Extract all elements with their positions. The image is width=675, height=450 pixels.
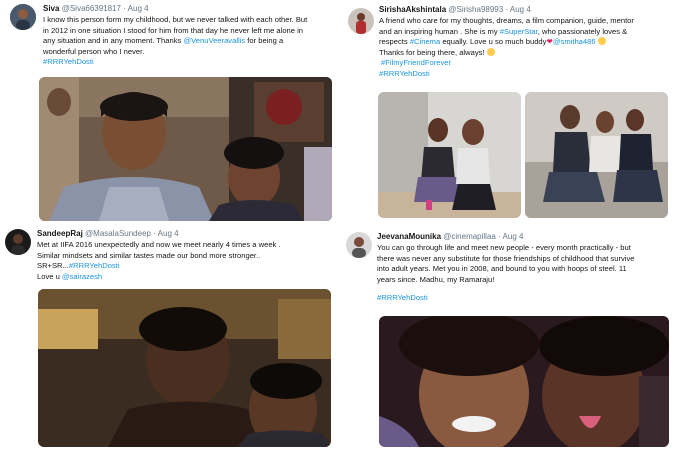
hashtag-link[interactable]: #SuperStar [500, 27, 538, 36]
text-line: I know this person form my childhood, bu… [43, 15, 308, 24]
hashtag-link[interactable]: #RRRYehDosti [377, 293, 673, 304]
text-fragment: SR+SR... [37, 261, 69, 271]
mention-link[interactable]: @smitha486 [553, 37, 596, 46]
user-handle[interactable]: @MasalaSundeep [85, 229, 151, 238]
separator-dot: · [498, 232, 501, 241]
avatar[interactable] [346, 232, 372, 258]
tweet-header: SirishaAkshintala @Sirisha98993 · Aug 4 [379, 5, 531, 15]
tweet-photo[interactable] [39, 77, 332, 221]
hashtag-link[interactable]: #Cinema [410, 37, 440, 46]
smile-emoji-icon [486, 47, 495, 56]
hashtag-link[interactable]: #RRRYehDosti [379, 69, 671, 80]
text-line: Love u @sairazesh [37, 272, 335, 283]
text-fragment: Love u [37, 271, 62, 281]
mention-link[interactable]: @sairazesh [62, 272, 102, 281]
tweet-header: Siva @Siva66391817 · Aug 4 [43, 4, 149, 14]
text-line: in 2012 in one situation I stood for him… [43, 25, 304, 35]
separator-dot: · [153, 229, 156, 238]
tweet-text: I know this person form my childhood, bu… [43, 15, 335, 68]
text-line: respects #Cinema equally. Love u so much… [379, 37, 671, 48]
tweet-text: Met at IIFA 2016 unexpectedly and now we… [37, 240, 335, 282]
text-fragment: equally. Love u so much buddy [440, 37, 547, 47]
text-line: SR+SR...#RRRYehDosti [37, 261, 335, 272]
separator-dot: · [505, 5, 509, 14]
text-fragment: and an inspiring human . She is my [379, 26, 500, 36]
text-line: Met at IIFA 2016 unexpectedly and now we… [37, 240, 281, 249]
avatar[interactable] [348, 8, 374, 34]
text-fragment: any situation and in any moment. Thanks [43, 36, 184, 46]
text-line: You can go through life and meet new peo… [377, 243, 631, 252]
tweet-timestamp[interactable]: Aug 4 [128, 4, 149, 13]
display-name[interactable]: Siva [43, 4, 59, 13]
avatar[interactable] [10, 4, 36, 30]
text-fragment: respects [379, 37, 410, 47]
tweet-timestamp[interactable]: Aug 4 [158, 229, 179, 238]
user-handle[interactable]: @Siva66391817 [62, 4, 121, 13]
tweet-photo[interactable] [38, 289, 331, 447]
text-line: wonderful person who I never. [43, 46, 145, 56]
heart-eyes-emoji-icon [597, 37, 606, 46]
hashtag-link[interactable]: #FilmyFriendForever [379, 58, 671, 69]
text-line: any situation and in any moment. Thanks … [43, 36, 335, 47]
text-fragment: Thanks for being there, always! [379, 47, 487, 57]
text-line: there was never any substitute for those… [377, 253, 635, 263]
tweet-photo-right[interactable] [525, 92, 668, 218]
tweet-photo[interactable] [379, 316, 669, 447]
tweet-timestamp[interactable]: Aug 4 [510, 5, 531, 14]
text-line: Thanks for being there, always! [379, 47, 671, 59]
separator-dot: · [123, 4, 126, 13]
tweet-text: A friend who care for my thoughts, dream… [379, 16, 671, 80]
text-line: and an inspiring human . She is my #Supe… [379, 27, 671, 38]
text-line: years since. Madhu, my Ramaraju! [377, 274, 495, 284]
text-line: A friend who care for my thoughts, dream… [379, 16, 634, 25]
text-fragment: for being a [245, 36, 284, 46]
tweet-siva[interactable]: Siva @Siva66391817 · Aug 4 I know this p… [0, 0, 338, 225]
text-fragment: , who passionately loves & [537, 26, 628, 36]
tweet-text: You can go through life and meet new peo… [377, 243, 673, 304]
hashtag-link[interactable]: #RRRYehDosti [69, 261, 120, 270]
tweet-sirisha[interactable]: SirishaAkshintala @Sirisha98993 · Aug 4 … [338, 0, 675, 225]
tweet-jeevanamounika[interactable]: JeevanaMounika @cinemapillaa · Aug 4 You… [338, 225, 675, 450]
user-handle[interactable]: @Sirisha98993 [448, 5, 503, 14]
display-name[interactable]: SirishaAkshintala [379, 5, 446, 14]
display-name[interactable]: SandeepRaj [37, 229, 83, 238]
tweet-header: SandeepRaj @MasalaSundeep · Aug 4 [37, 229, 179, 239]
tweet-photo-left[interactable] [378, 92, 521, 218]
tweet-header: JeevanaMounika @cinemapillaa · Aug 4 [377, 232, 523, 242]
display-name[interactable]: JeevanaMounika [377, 232, 441, 241]
tweet-timestamp[interactable]: Aug 4 [503, 232, 524, 241]
text-line: Similar mindsets and similar tastes made… [37, 250, 261, 260]
hashtag-link[interactable]: #RRRYehDosti [43, 57, 335, 68]
avatar[interactable] [5, 229, 31, 255]
text-line: into adult years. Met you in 2008, and b… [377, 264, 627, 274]
mention-link[interactable]: @VenuVeeravallis [183, 36, 245, 45]
user-handle[interactable]: @cinemapillaa [443, 232, 496, 241]
tweet-sandeepraj[interactable]: SandeepRaj @MasalaSundeep · Aug 4 Met at… [0, 225, 338, 450]
